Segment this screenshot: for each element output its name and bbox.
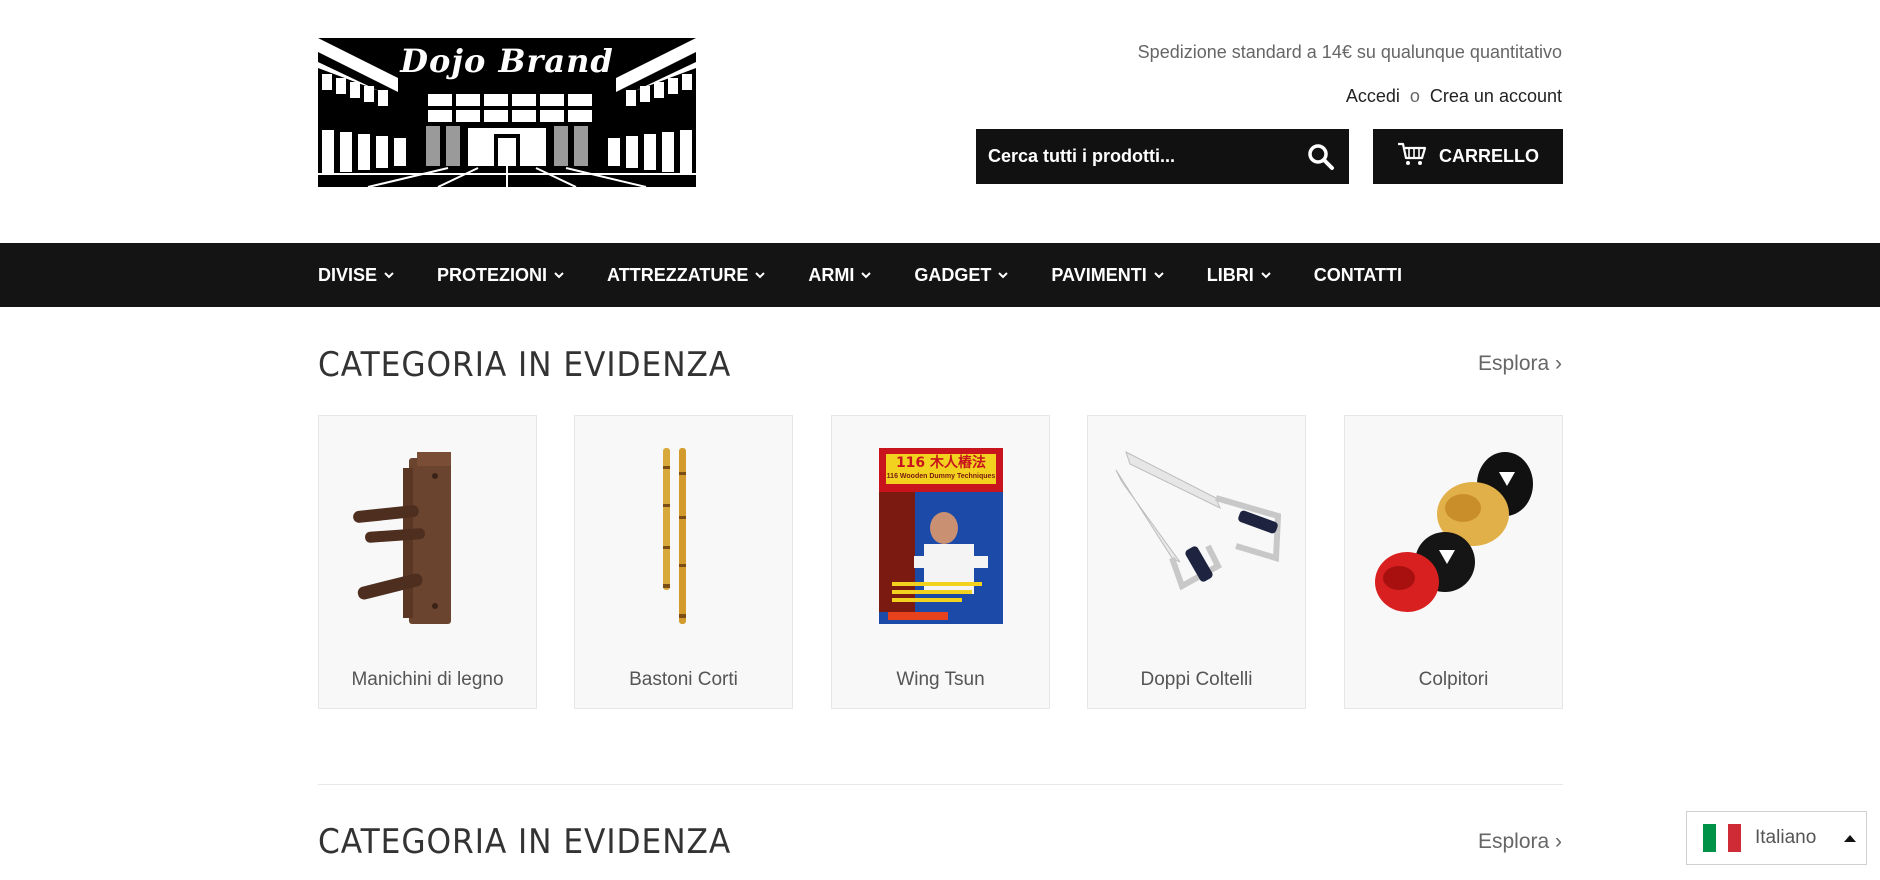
chevron-down-icon	[1261, 272, 1271, 279]
search-input[interactable]	[976, 129, 1286, 184]
nav-item-pavimenti[interactable]: PAVIMENTI	[1051, 265, 1164, 286]
shipping-notice: Spedizione standard a 14€ su qualunque q…	[1137, 42, 1562, 62]
login-link[interactable]: Accedi	[1346, 86, 1400, 106]
book-subtitle-text: 116 Wooden Dummy Techniques	[886, 473, 996, 480]
nav-item-attrezzature[interactable]: ATTREZZATURE	[607, 265, 766, 286]
nav-label: CONTATTI	[1313, 264, 1403, 285]
nav-label: LIBRI	[1206, 264, 1254, 285]
butterfly-knives-image	[1108, 446, 1287, 626]
chevron-down-icon	[755, 272, 766, 279]
account-links: Accedi o Crea un account	[1346, 86, 1562, 107]
category-grid: Manichini di legno Bastoni Corti 116 木人樁…	[318, 415, 1563, 709]
nav-item-contatti[interactable]: CONTATTI	[1314, 265, 1402, 286]
chevron-down-icon	[384, 272, 394, 279]
book-title-text: 116 木人樁法	[895, 455, 987, 471]
focus-mitts-image	[1365, 446, 1544, 626]
search-bar	[976, 129, 1349, 184]
section-divider	[318, 784, 1563, 785]
book-cover-image: 116 木人樁法 116 Wooden Dummy Techniques	[852, 446, 1031, 626]
chevron-down-icon	[554, 272, 564, 279]
chevron-down-icon	[1154, 272, 1164, 279]
cart-icon	[1397, 142, 1427, 171]
nav-item-armi[interactable]: ARMI	[808, 265, 872, 286]
category-card-label: Wing Tsun	[896, 669, 985, 690]
nav-item-libri[interactable]: LIBRI	[1207, 265, 1272, 286]
category-card-label: Doppi Coltelli	[1140, 669, 1253, 690]
category-card-colpitori[interactable]: Colpitori	[1344, 415, 1563, 709]
wooden-dummy-image	[339, 446, 518, 626]
language-label: Italiano	[1755, 827, 1817, 848]
caret-up-icon	[1844, 835, 1856, 842]
nav-label: DIVISE	[318, 264, 378, 285]
nav-label: ATTREZZATURE	[607, 264, 749, 285]
section-title: CATEGORIA IN EVIDENZA	[318, 822, 732, 862]
cart-button[interactable]: CARRELLO	[1373, 129, 1563, 184]
category-card-bastoni[interactable]: Bastoni Corti	[574, 415, 793, 709]
chevron-down-icon	[998, 272, 1009, 279]
nav-item-divise[interactable]: DIVISE	[318, 265, 395, 286]
nav-label: PAVIMENTI	[1051, 264, 1147, 285]
nav-item-protezioni[interactable]: PROTEZIONI	[437, 265, 565, 286]
category-card-label: Manichini di legno	[351, 669, 504, 690]
category-card-manichini[interactable]: Manichini di legno	[318, 415, 537, 709]
main-nav: DIVISE PROTEZIONI ATTREZZATURE ARMI GADG…	[0, 243, 1880, 307]
site-header: Dojo Brand Spedizione standard a 14€ su …	[0, 0, 1880, 243]
chevron-down-icon	[861, 272, 872, 279]
language-selector[interactable]: Italiano	[1686, 811, 1867, 865]
section-title: CATEGORIA IN EVIDENZA	[318, 345, 732, 385]
cart-label: CARRELLO	[1439, 146, 1539, 166]
account-separator: o	[1409, 86, 1420, 106]
category-card-label: Bastoni Corti	[629, 669, 738, 690]
category-card-doppi-coltelli[interactable]: Doppi Coltelli	[1087, 415, 1306, 709]
nav-label: ARMI	[808, 264, 855, 285]
italy-flag-icon	[1703, 824, 1742, 852]
category-card-label: Colpitori	[1418, 669, 1489, 690]
search-icon[interactable]	[1307, 143, 1335, 171]
register-link[interactable]: Crea un account	[1430, 86, 1562, 106]
nav-item-gadget[interactable]: GADGET	[914, 265, 1009, 286]
short-sticks-image	[595, 446, 774, 626]
dojo-brand-logo[interactable]: Dojo Brand	[318, 38, 696, 187]
nav-label: PROTEZIONI	[437, 264, 548, 285]
explore-link[interactable]: Esplora ›	[1478, 352, 1562, 376]
category-card-wing-tsun[interactable]: 116 木人樁法 116 Wooden Dummy Techniques Win…	[831, 415, 1050, 709]
nav-label: GADGET	[914, 264, 992, 285]
explore-link[interactable]: Esplora ›	[1478, 830, 1562, 854]
logo-text: Dojo Brand	[400, 42, 614, 80]
